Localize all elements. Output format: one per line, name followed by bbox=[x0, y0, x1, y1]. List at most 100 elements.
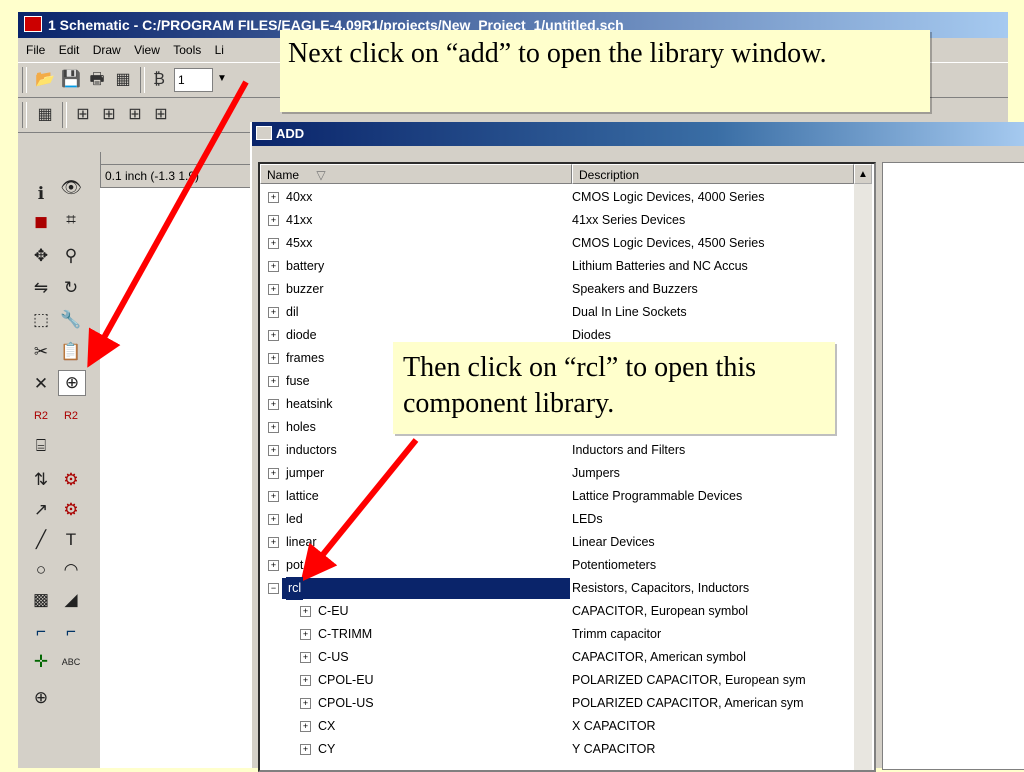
menu-edit[interactable]: Edit bbox=[59, 43, 80, 57]
text-icon[interactable]: T bbox=[58, 528, 84, 552]
expand-icon[interactable]: + bbox=[300, 744, 311, 755]
open-icon[interactable]: 📂 bbox=[34, 69, 56, 91]
library-row[interactable]: + C-TRIMM Trimm capacitor bbox=[260, 623, 854, 646]
expand-icon[interactable]: + bbox=[268, 215, 279, 226]
cut-icon[interactable]: ✂ bbox=[28, 340, 54, 364]
value-icon[interactable]: R2 bbox=[58, 404, 84, 428]
collapse-icon[interactable]: − bbox=[268, 583, 279, 594]
expand-icon[interactable]: + bbox=[300, 652, 311, 663]
label-icon[interactable]: ABC bbox=[58, 650, 84, 674]
menu-draw[interactable]: Draw bbox=[93, 43, 121, 57]
erc-icon[interactable]: ⊕ bbox=[28, 686, 54, 710]
library-row[interactable]: +45xx CMOS Logic Devices, 4500 Series bbox=[260, 232, 854, 255]
expand-icon[interactable]: + bbox=[268, 284, 279, 295]
library-row[interactable]: + inductors Inductors and Filters bbox=[260, 439, 854, 462]
name-icon[interactable]: R2 bbox=[28, 404, 54, 428]
menu-view[interactable]: View bbox=[134, 43, 160, 57]
move-icon[interactable]: ✥ bbox=[28, 244, 54, 268]
rotate-icon[interactable]: ↻ bbox=[58, 276, 84, 300]
library-row[interactable]: − rcl Resistors, Capacitors, Inductors bbox=[260, 577, 854, 600]
schematic-canvas[interactable] bbox=[100, 188, 250, 768]
library-row[interactable]: + battery Lithium Batteries and NC Accus bbox=[260, 255, 854, 278]
library-row[interactable]: + led LEDs bbox=[260, 508, 854, 531]
pinswap-icon[interactable]: ⇅ bbox=[28, 468, 54, 492]
arc-icon[interactable]: ◠ bbox=[58, 558, 84, 582]
expand-icon[interactable]: + bbox=[268, 560, 279, 571]
copy-icon[interactable]: ⚲ bbox=[58, 244, 84, 268]
expand-icon[interactable]: + bbox=[268, 445, 279, 456]
info-icon[interactable]: ℹ bbox=[28, 182, 54, 206]
expand-icon[interactable]: + bbox=[300, 606, 311, 617]
grid-icon[interactable]: ▦ bbox=[34, 104, 56, 126]
library-row[interactable]: + CPOL-EU POLARIZED CAPACITOR, European sy… bbox=[260, 669, 854, 692]
expand-icon[interactable]: + bbox=[268, 514, 279, 525]
expand-icon[interactable]: + bbox=[268, 422, 279, 433]
expand-icon[interactable]: + bbox=[268, 399, 279, 410]
library-row[interactable]: +40xx CMOS Logic Devices, 4000 Series bbox=[260, 186, 854, 209]
mirror-icon[interactable]: ⇋ bbox=[28, 276, 54, 300]
add-icon[interactable]: ⊕ bbox=[58, 370, 86, 396]
menu-library[interactable]: Li bbox=[215, 43, 224, 57]
expand-icon[interactable]: + bbox=[268, 491, 279, 502]
display-icon[interactable]: ◼ bbox=[28, 210, 54, 234]
change-icon[interactable]: 🔧 bbox=[58, 308, 84, 332]
menu-file[interactable]: File bbox=[26, 43, 45, 57]
expand-icon[interactable]: + bbox=[268, 238, 279, 249]
wire-icon[interactable]: ╱ bbox=[28, 528, 54, 552]
column-header-description[interactable]: Description bbox=[572, 164, 854, 184]
menu-tools[interactable]: Tools bbox=[173, 43, 201, 57]
expand-icon[interactable]: + bbox=[300, 698, 311, 709]
grid-value-field[interactable]: 1 bbox=[174, 68, 213, 92]
column-header-name[interactable]: Name ▽ bbox=[260, 164, 572, 184]
expand-icon[interactable]: + bbox=[268, 468, 279, 479]
library-row[interactable]: + dil Dual In Line Sockets bbox=[260, 301, 854, 324]
polygon-icon[interactable]: ◢ bbox=[58, 588, 84, 612]
rect-icon[interactable]: ▩ bbox=[28, 588, 54, 612]
library-list[interactable]: Name ▽ Description +40xx CMOS Logic Devic… bbox=[258, 162, 876, 772]
layer-icon-3[interactable]: ⊞ bbox=[124, 104, 146, 126]
library-row[interactable]: + pot Potentiometers bbox=[260, 554, 854, 577]
expand-icon[interactable]: + bbox=[268, 307, 279, 318]
library-row[interactable]: + CY Y CAPACITOR bbox=[260, 738, 854, 761]
library-row[interactable]: + CPOL-US POLARIZED CAPACITOR, American sy… bbox=[260, 692, 854, 715]
library-row[interactable]: + buzzer Speakers and Buzzers bbox=[260, 278, 854, 301]
expand-icon[interactable]: + bbox=[268, 353, 279, 364]
sheet-icon[interactable]: ₿ bbox=[148, 69, 170, 91]
expand-icon[interactable]: + bbox=[268, 261, 279, 272]
save-icon[interactable]: 💾 bbox=[60, 69, 82, 91]
expand-icon[interactable]: + bbox=[268, 330, 279, 341]
library-row[interactable]: + C-US CAPACITOR, American symbol bbox=[260, 646, 854, 669]
chevron-down-icon[interactable]: ▼ bbox=[214, 68, 230, 90]
mark-icon[interactable]: ⌗ bbox=[58, 208, 84, 232]
split-icon[interactable]: ↗ bbox=[28, 498, 54, 522]
library-row[interactable]: + linear Linear Devices bbox=[260, 531, 854, 554]
library-row[interactable]: + C-EU CAPACITOR, European symbol bbox=[260, 600, 854, 623]
print-icon[interactable]: 🖶 bbox=[86, 69, 108, 91]
paste-icon[interactable]: 📋 bbox=[58, 340, 84, 364]
expand-icon[interactable]: + bbox=[268, 376, 279, 387]
layer-icon-4[interactable]: ⊞ bbox=[150, 104, 172, 126]
gateswap-icon[interactable]: ⚙ bbox=[58, 468, 84, 492]
expand-icon[interactable]: + bbox=[268, 537, 279, 548]
expand-icon[interactable]: + bbox=[300, 721, 311, 732]
library-row[interactable]: +41xx 41xx Series Devices bbox=[260, 209, 854, 232]
layer-icon-1[interactable]: ⊞ bbox=[72, 104, 94, 126]
library-row[interactable]: + lattice Lattice Programmable Devices bbox=[260, 485, 854, 508]
show-icon[interactable]: 👁 bbox=[58, 176, 84, 200]
junction-icon[interactable]: ✛ bbox=[28, 650, 54, 674]
add-dialog-titlebar[interactable]: ADD bbox=[252, 122, 1024, 146]
scroll-up-icon[interactable]: ▲ bbox=[854, 164, 872, 184]
invoke-icon[interactable]: ⚙ bbox=[58, 498, 84, 522]
net-icon[interactable]: ⌐ bbox=[58, 620, 84, 644]
smash-icon[interactable]: ⌸ bbox=[28, 434, 54, 458]
library-row[interactable]: + CX X CAPACITOR bbox=[260, 715, 854, 738]
group-icon[interactable]: ⬚ bbox=[28, 308, 54, 332]
expand-icon[interactable]: + bbox=[300, 675, 311, 686]
expand-icon[interactable]: + bbox=[268, 192, 279, 203]
bus-icon[interactable]: ⌐ bbox=[28, 620, 54, 644]
expand-icon[interactable]: + bbox=[300, 629, 311, 640]
vertical-scrollbar[interactable]: ▲ bbox=[854, 164, 872, 770]
circle-icon[interactable]: ○ bbox=[28, 558, 54, 582]
layer-icon-2[interactable]: ⊞ bbox=[98, 104, 120, 126]
cam-icon[interactable]: ▦ bbox=[112, 69, 134, 91]
